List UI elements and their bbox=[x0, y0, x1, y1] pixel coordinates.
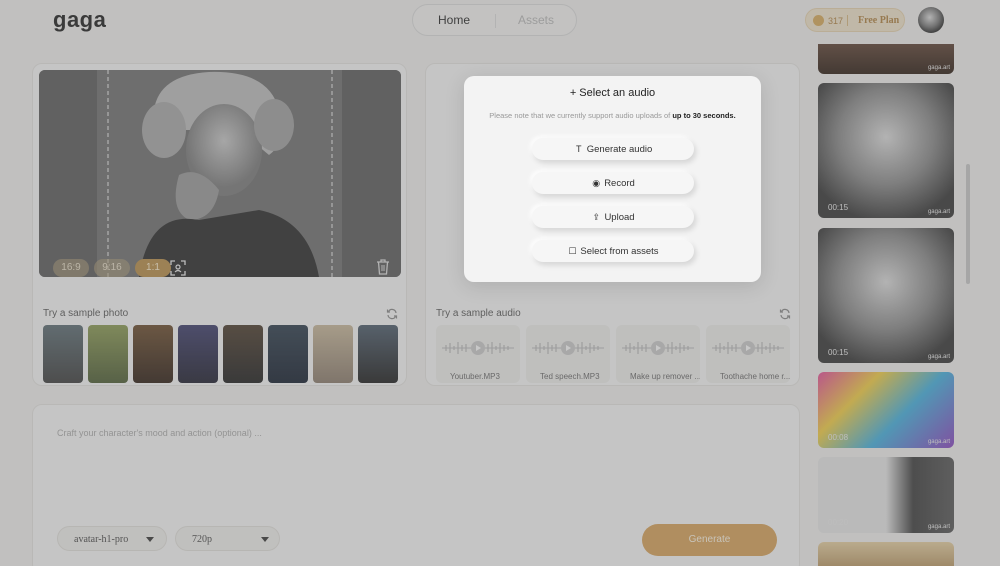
button-label: Upload bbox=[604, 212, 635, 223]
generate-audio-button[interactable]: T Generate audio bbox=[532, 138, 694, 160]
button-label: Select from assets bbox=[580, 246, 659, 257]
button-label: Record bbox=[604, 178, 635, 189]
note-limit: up to 30 seconds. bbox=[672, 111, 736, 120]
upload-note: Please note that we currently support au… bbox=[464, 111, 761, 120]
note-text: Please note that we currently support au… bbox=[489, 111, 671, 120]
folder-icon: ☐ bbox=[568, 246, 577, 256]
modal-title: + Select an audio bbox=[569, 87, 656, 99]
record-button[interactable]: ◉ Record bbox=[532, 172, 694, 194]
record-icon: ◉ bbox=[592, 178, 601, 188]
app-page: gaga Home Assets 317 Free Plan 16:9 9:16… bbox=[0, 0, 1000, 566]
select-audio-modal: + Select an audio Please note that we cu… bbox=[464, 76, 761, 282]
text-icon: T bbox=[576, 144, 582, 154]
upload-icon: ⇪ bbox=[592, 212, 601, 222]
button-label: Generate audio bbox=[586, 144, 653, 155]
upload-button[interactable]: ⇪ Upload bbox=[532, 206, 694, 228]
select-from-assets-button[interactable]: ☐ Select from assets bbox=[532, 240, 694, 262]
